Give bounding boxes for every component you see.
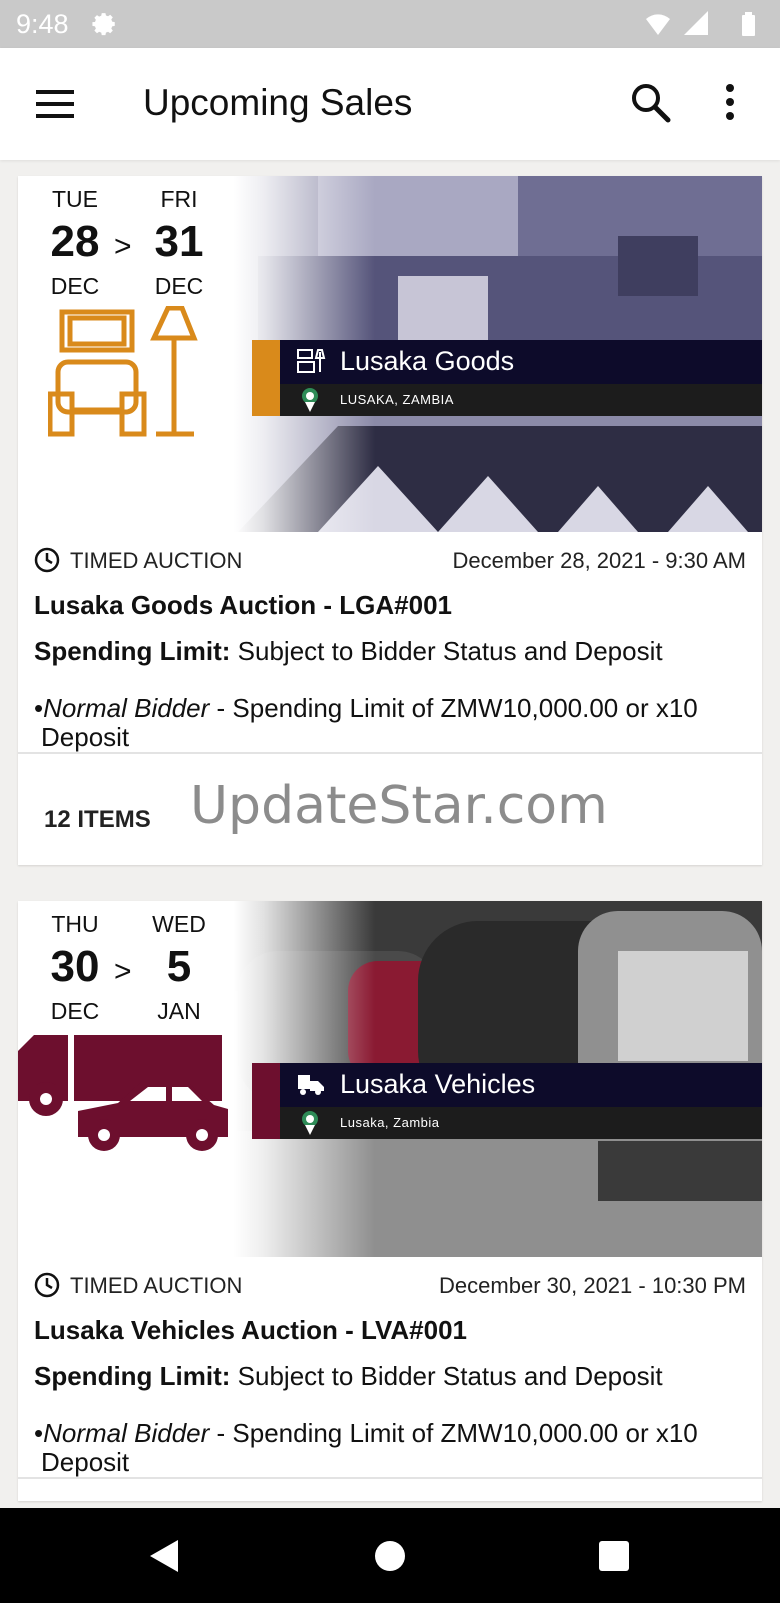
divider [18, 752, 762, 754]
wifi-icon [646, 14, 670, 35]
location-name: Lusaka, Zambia [340, 1115, 440, 1130]
clock-icon [34, 547, 60, 573]
clock-icon [34, 1272, 60, 1298]
auction-card-goods[interactable]: TUE 28 DEC > FRI 31 DEC Lusaka Goods LUS… [18, 176, 762, 865]
bidder-info: •Normal Bidder - Spending Limit of ZMW10… [34, 1418, 698, 1477]
auction-type: TIMED AUCTION [70, 1273, 243, 1298]
date-range-arrow: > [114, 955, 132, 988]
auction-type: TIMED AUCTION [70, 548, 243, 573]
system-nav-bar [0, 1508, 780, 1603]
home-icon[interactable] [374, 1540, 406, 1572]
date-range-arrow: > [114, 230, 132, 263]
gear-icon [92, 13, 115, 36]
auction-meta: TIMED AUCTION December 30, 2021 - 10:30 … [34, 1271, 746, 1301]
auction-name[interactable]: Lusaka Goods Auction - LGA#001 [34, 590, 452, 621]
system-status-icons [646, 11, 755, 36]
location-name: LUSAKA, ZAMBIA [340, 392, 454, 407]
auction-banner: THU 30 DEC > WED 5 JAN Lusaka Vehicles L… [18, 901, 762, 1257]
location-pin-icon [302, 1111, 318, 1135]
auction-banner: TUE 28 DEC > FRI 31 DEC Lusaka Goods LUS… [18, 176, 762, 532]
category-name: Lusaka Vehicles [340, 1069, 536, 1099]
battery-icon [742, 12, 755, 36]
status-time: 9:48 [16, 9, 69, 39]
app-bar: Upcoming Sales [0, 48, 780, 160]
auction-datetime: December 28, 2021 - 9:30 AM [452, 548, 747, 573]
vehicle-small-icon [298, 1075, 324, 1095]
auction-name[interactable]: Lusaka Vehicles Auction - LVA#001 [34, 1315, 467, 1346]
auction-datetime: December 30, 2021 - 10:30 PM [439, 1273, 746, 1298]
more-vert-icon[interactable] [718, 80, 742, 126]
page-title: Upcoming Sales [143, 82, 413, 123]
divider [18, 1477, 762, 1479]
end-date: FRI 31 DEC [154, 186, 204, 299]
truck-car-icon [18, 1035, 228, 1151]
spending-limit: Spending Limit: Subject to Bidder Status… [34, 1361, 663, 1391]
auction-meta: TIMED AUCTION December 28, 2021 - 9:30 A… [34, 546, 746, 576]
category-name: Lusaka Goods [340, 346, 515, 376]
location-banner: Lusaka Goods LUSAKA, ZAMBIA [252, 340, 762, 416]
bidder-info: •Normal Bidder - Spending Limit of ZMW10… [34, 693, 698, 752]
start-date: TUE 28 DEC [50, 186, 100, 299]
furniture-small-icon [297, 349, 326, 373]
furniture-icon [48, 306, 198, 437]
category-accent [252, 1063, 280, 1139]
location-banner: Lusaka Vehicles Lusaka, Zambia [252, 1063, 762, 1139]
watermark: UpdateStar.com [190, 776, 608, 836]
menu-icon[interactable] [34, 86, 78, 122]
recents-icon[interactable] [598, 1540, 630, 1572]
status-bar: 9:48 [0, 0, 780, 48]
auction-card-vehicles[interactable]: THU 30 DEC > WED 5 JAN Lusaka Vehicles L… [18, 901, 762, 1501]
category-accent [252, 340, 280, 416]
signal-icon [684, 11, 708, 35]
items-count[interactable]: 12 ITEMS [44, 806, 151, 834]
location-pin-icon [302, 388, 318, 412]
back-icon[interactable] [148, 1538, 180, 1574]
search-icon[interactable] [628, 80, 674, 126]
spending-limit: Spending Limit: Subject to Bidder Status… [34, 636, 663, 666]
end-date: WED 5 JAN [152, 911, 206, 1024]
start-date: THU 30 DEC [50, 911, 100, 1024]
